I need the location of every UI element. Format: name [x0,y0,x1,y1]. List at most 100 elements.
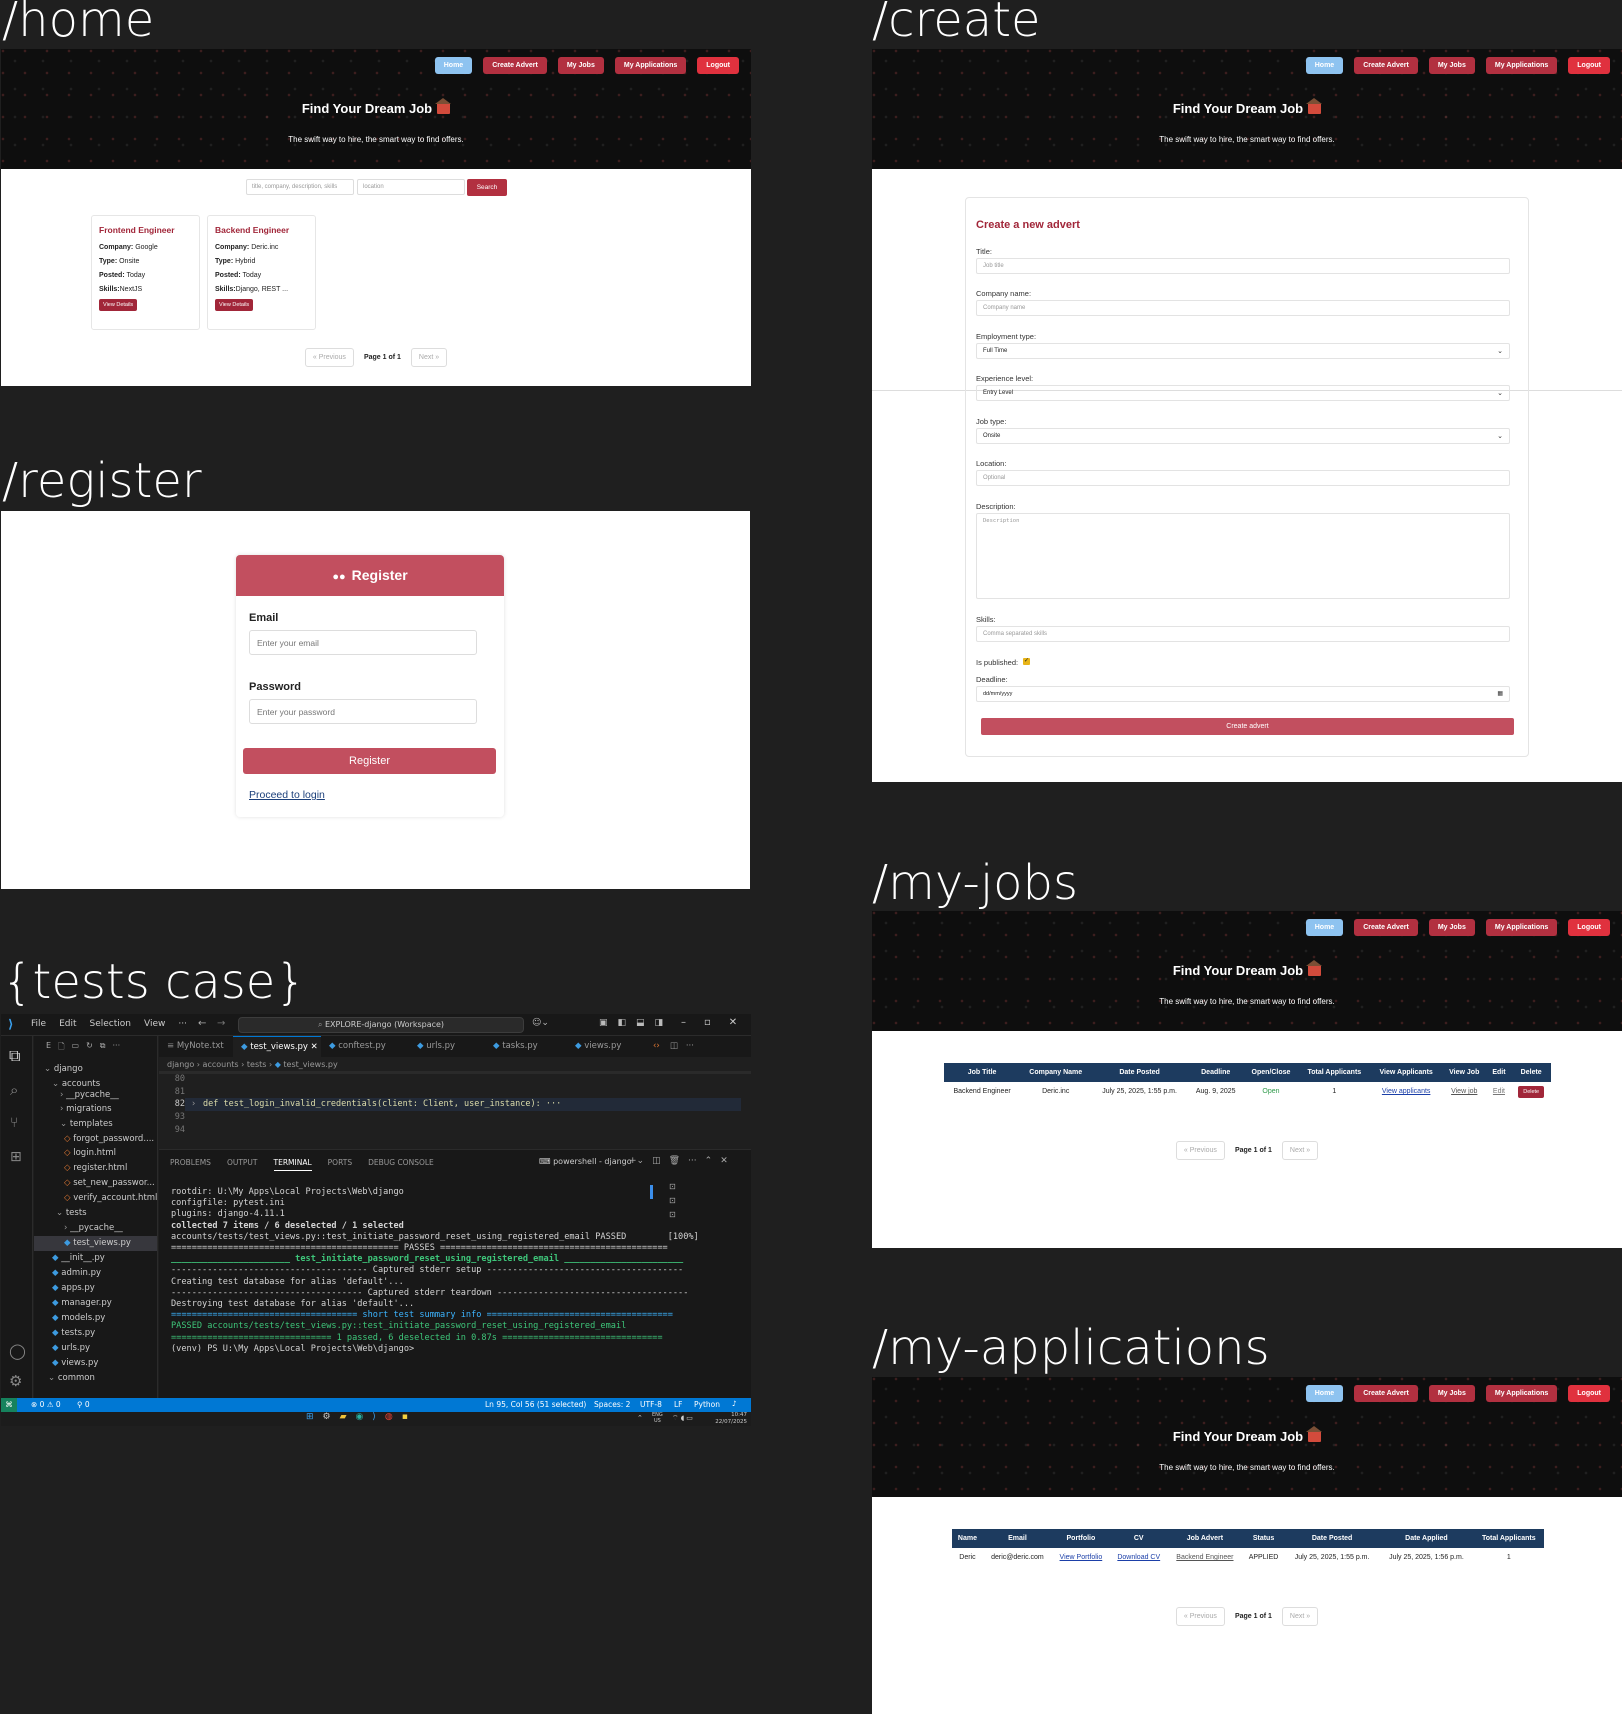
terminal-icon[interactable]: ⊡ [669,1194,709,1208]
code-editor[interactable]: 80 81 82 › def test_login_invalid_creden… [159,1071,751,1138]
fold-icon[interactable]: › [191,1099,196,1109]
breadcrumb-item[interactable]: test_views.py [283,1060,337,1069]
split-terminal-icon[interactable]: ◫ [652,1156,661,1166]
vscode-taskbar-icon[interactable]: ⟩ [372,1412,376,1422]
copilot-icon[interactable]: ☺⌄ [532,1018,549,1028]
nav-home-button[interactable]: Home [1305,919,1344,936]
source-control-icon[interactable]: ⑂ [10,1115,18,1131]
breadcrumb-item[interactable]: django [167,1060,194,1069]
experience-level-select[interactable]: Entry Level ⌄ [976,385,1510,401]
tree-file[interactable]: ◆ admin.py [52,1268,101,1278]
password-field[interactable]: Enter your password [249,699,477,724]
maximize-icon[interactable]: ▫ [704,1017,711,1028]
tree-file-selected[interactable]: ◆ test_views.py [64,1238,131,1248]
line-ending[interactable]: LF [674,1400,683,1409]
tree-file[interactable]: ◆ manager.py [52,1298,112,1308]
nav-create-advert-button[interactable]: Create Advert [1354,919,1418,936]
nav-my-jobs-button[interactable]: My Jobs [1428,1385,1475,1402]
new-terminal-icon[interactable]: +⌄ [629,1156,644,1166]
input-language[interactable]: ENG US [652,1412,663,1424]
tree-file[interactable]: ◇ register.html [64,1163,127,1173]
more-icon[interactable]: ··· [682,1036,698,1057]
tab-terminal[interactable]: TERMINAL [273,1158,312,1171]
nav-logout-button[interactable]: Logout [1568,919,1610,936]
tree-folder[interactable]: ⌄ tests [56,1208,87,1218]
search-icon[interactable]: ⌕ [10,1081,18,1099]
search-input[interactable]: title, company, description, skills [246,179,354,195]
clock[interactable]: 10:47 22/07/2025 [705,1412,747,1426]
chrome-icon[interactable]: ◍ [385,1412,393,1422]
tab[interactable]: ◆ tasks.py [485,1036,567,1057]
tree-folder[interactable]: ⌄ templates [60,1119,113,1129]
tree-folder[interactable]: ⌄ django [44,1064,83,1074]
indentation[interactable]: Spaces: 2 [594,1400,630,1409]
job-advert-link[interactable]: Backend Engineer [1176,1554,1233,1561]
nav-home-button[interactable]: Home [1305,57,1344,74]
download-cv-link[interactable]: Download CV [1117,1554,1160,1561]
previous-button[interactable]: « Previous [304,348,354,367]
tree-file[interactable]: ◇ verify_account.html [64,1193,157,1203]
breadcrumb-item[interactable]: tests [247,1060,267,1069]
tab-active[interactable]: ◆ test_views.py ✕ [233,1036,321,1057]
employment-type-select[interactable]: Full Time ⌄ [976,343,1510,359]
tree-folder[interactable]: ⌄ accounts [52,1079,100,1089]
cursor-position[interactable]: Ln 95, Col 56 (51 selected) [485,1400,586,1409]
tree-folder[interactable]: › __pycache__ [60,1090,119,1100]
forward-icon[interactable]: → [217,1018,225,1029]
menu-more[interactable]: ··· [178,1019,187,1029]
nav-home-button[interactable]: Home [1305,1385,1344,1402]
terminal-output[interactable]: rootdir: U:\My Apps\Local Projects\Web\d… [171,1187,716,1355]
tree-file[interactable]: ◆ urls.py [52,1343,90,1353]
view-portfolio-link[interactable]: View Portfolio [1060,1554,1103,1561]
nav-create-advert-button[interactable]: Create Advert [1354,57,1418,74]
nav-my-applications-button[interactable]: My Applications [614,57,687,74]
tray-chevron-icon[interactable]: ⌃ [637,1414,643,1422]
tab-ports[interactable]: PORTS [328,1158,352,1171]
windows-start-icon[interactable]: ⊞ [306,1412,314,1422]
command-center-search[interactable]: ⌕ EXPLORE-django (Workspace) [238,1017,524,1033]
view-details-button[interactable]: View Details [99,299,138,311]
tab[interactable]: ◆ urls.py [409,1036,485,1057]
minimize-icon[interactable]: – [681,1017,686,1028]
nav-my-applications-button[interactable]: My Applications [1485,57,1558,74]
compare-icon[interactable]: ‹› [647,1036,666,1057]
job-type-select[interactable]: Onsite ⌄ [976,428,1510,444]
nav-my-jobs-button[interactable]: My Jobs [557,57,604,74]
view-applicants-link[interactable]: View applicants [1382,1088,1431,1095]
tab[interactable]: ◆ views.py [567,1036,647,1057]
tab-output[interactable]: OUTPUT [227,1158,258,1171]
toggle-sidebar-icon[interactable]: ◧ [618,1018,627,1028]
tab[interactable]: ◆ conftest.py [321,1036,409,1057]
terminal-icon[interactable]: ⊡ [669,1208,709,1222]
tab[interactable]: ≡ MyNote.txt [159,1036,233,1057]
layout-icon[interactable]: ▣ [599,1018,608,1028]
nav-create-advert-button[interactable]: Create Advert [1354,1385,1418,1402]
edge-icon[interactable]: ◉ [356,1412,364,1422]
file-explorer-icon[interactable]: ▰ [340,1412,347,1422]
tree-folder[interactable]: › __pycache__ [64,1223,123,1233]
close-tab-icon[interactable]: ✕ [308,1042,318,1052]
encoding[interactable]: UTF-8 [640,1400,662,1409]
delete-button[interactable]: Delete [1518,1086,1545,1098]
nav-logout-button[interactable]: Logout [1568,1385,1610,1402]
toggle-secondary-sidebar-icon[interactable]: ◨ [655,1018,664,1028]
nav-my-applications-button[interactable]: My Applications [1485,919,1558,936]
close-panel-icon[interactable]: ✕ [720,1156,728,1166]
location-input[interactable]: Optional [976,470,1510,486]
login-link[interactable]: Proceed to login [249,789,325,801]
nav-my-jobs-button[interactable]: My Jobs [1428,57,1475,74]
nav-home-button[interactable]: Home [434,57,473,74]
nav-create-advert-button[interactable]: Create Advert [483,57,547,74]
refresh-icon[interactable]: ↻ [86,1041,93,1055]
skills-input[interactable]: Comma separated skills [976,626,1510,642]
register-button[interactable]: Register [243,748,496,774]
tree-file[interactable]: ◇ forgot_password.... [64,1134,154,1144]
create-advert-button[interactable]: Create advert [981,718,1514,735]
view-job-link[interactable]: View job [1451,1088,1477,1095]
nav-logout-button[interactable]: Logout [1568,57,1610,74]
next-button[interactable]: Next » [1281,1607,1319,1626]
problems-status[interactable]: ⊗ 0 ⚠ 0 [31,1400,61,1409]
tree-folder[interactable]: ⌄ common [48,1373,95,1383]
tab-debug-console[interactable]: DEBUG CONSOLE [368,1158,434,1171]
terminal-icon[interactable]: ⊡ [669,1180,709,1194]
